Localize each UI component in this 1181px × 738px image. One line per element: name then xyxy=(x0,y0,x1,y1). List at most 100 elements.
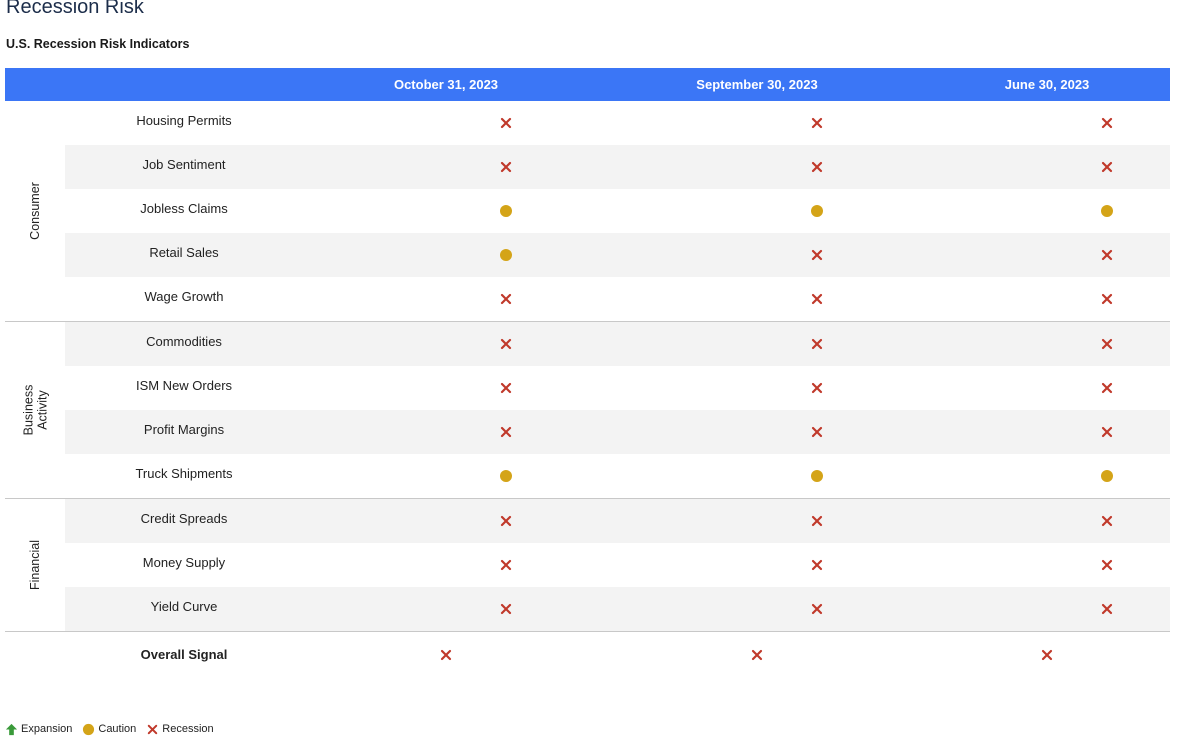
recession-x-icon xyxy=(811,515,823,527)
signal-recession xyxy=(1100,248,1114,262)
indicator-group: Business Activity Commodities ISM New Order… xyxy=(5,322,1170,499)
signal-caution xyxy=(499,204,513,218)
column-header-date: September 30, 2023 xyxy=(696,77,818,92)
table-subtitle: U.S. Recession Risk Indicators xyxy=(6,37,190,51)
recession-x-icon xyxy=(500,338,512,350)
caution-dot-icon xyxy=(500,249,512,261)
group-label: Business Activity xyxy=(20,384,49,436)
signal-recession xyxy=(1100,425,1114,439)
group-label: Financial xyxy=(28,539,42,591)
signal-recession xyxy=(499,425,513,439)
recession-x-icon xyxy=(811,338,823,350)
recession-x-icon xyxy=(500,426,512,438)
indicator-label: Truck Shipments xyxy=(135,466,233,481)
signal-recession xyxy=(810,248,824,262)
legend-item-expansion: Expansion xyxy=(5,723,72,736)
recession-x-icon xyxy=(1101,117,1113,129)
recession-x-icon xyxy=(148,724,158,734)
recession-x-icon xyxy=(1041,649,1053,661)
indicator-group: Consumer Housing Permits Job Sentiment Jobl… xyxy=(5,101,1170,322)
recession-x-icon xyxy=(1101,559,1113,571)
signal-recession xyxy=(1040,648,1054,662)
signal-recession xyxy=(499,337,513,351)
group-label-container: Consumer xyxy=(5,101,65,321)
table-row: ISM New Orders xyxy=(65,366,1170,410)
signal-caution xyxy=(499,469,513,483)
signal-recession xyxy=(810,381,824,395)
signal-caution xyxy=(810,204,824,218)
caution-dot-icon xyxy=(811,205,823,217)
group-label: Consumer xyxy=(27,182,42,240)
table-row: Jobless Claims xyxy=(65,189,1170,233)
expansion-up-arrow-icon xyxy=(5,723,18,735)
signal-recession xyxy=(810,514,824,528)
table-row: Commodities xyxy=(65,322,1170,366)
recession-x-icon xyxy=(811,426,823,438)
table-row: Yield Curve xyxy=(65,587,1170,631)
legend: Expansion Caution Recession xyxy=(5,721,224,737)
signal-recession xyxy=(1100,337,1114,351)
legend-label: Expansion xyxy=(21,723,73,735)
signal-recession xyxy=(499,292,513,306)
indicator-label: Job Sentiment xyxy=(142,157,226,172)
recession-x-icon xyxy=(500,603,512,615)
caution-dot-icon xyxy=(500,205,512,217)
recession-x-icon xyxy=(500,515,512,527)
recession-x-icon xyxy=(1101,382,1113,394)
signal-recession xyxy=(1100,558,1114,572)
signal-recession xyxy=(810,292,824,306)
indicator-label: Housing Permits xyxy=(136,113,232,128)
indicator-label: Profit Margins xyxy=(143,422,225,437)
indicator-label: Credit Spreads xyxy=(140,511,228,526)
signal-recession xyxy=(750,648,764,662)
indicator-groups: Consumer Housing Permits Job Sentiment Jobl… xyxy=(5,101,1170,632)
legend-label: Caution xyxy=(98,723,137,735)
recession-x-icon xyxy=(1101,249,1113,261)
recession-x-icon xyxy=(500,161,512,173)
page-title: Recession Risk xyxy=(6,0,144,18)
recession-x-icon xyxy=(751,649,763,661)
recession-x-icon xyxy=(811,249,823,261)
recession-x-icon xyxy=(500,293,512,305)
indicator-label: Retail Sales xyxy=(149,245,219,260)
caution-dot-icon xyxy=(1101,470,1113,482)
recession-x-icon xyxy=(500,382,512,394)
overall-signal-label: Overall Signal xyxy=(140,647,228,662)
overall-signal-row: Overall Signal xyxy=(5,632,1170,678)
legend-item-caution: Caution xyxy=(82,723,136,736)
recession-x-icon xyxy=(500,117,512,129)
caution-dot-icon xyxy=(500,470,512,482)
signal-recession xyxy=(1100,160,1114,174)
group-label-container: Business Activity xyxy=(5,322,65,498)
indicator-label: Commodities xyxy=(146,334,222,349)
recession-x-icon xyxy=(1101,338,1113,350)
column-header-date: June 30, 2023 xyxy=(1004,77,1090,92)
table-row: Housing Permits xyxy=(65,101,1170,145)
recession-x-icon xyxy=(811,293,823,305)
signal-recession xyxy=(1100,381,1114,395)
indicator-label: Yield Curve xyxy=(150,599,218,614)
signal-recession xyxy=(810,116,824,130)
recession-x-icon xyxy=(1101,515,1113,527)
signal-recession xyxy=(499,116,513,130)
signal-recession xyxy=(810,425,824,439)
signal-recession xyxy=(499,381,513,395)
recession-x-icon xyxy=(811,382,823,394)
indicator-group: Financial Credit Spreads Money Supply Yield… xyxy=(5,499,1170,632)
group-label-container: Financial xyxy=(5,499,65,631)
legend-label: Recession xyxy=(162,723,214,735)
signal-recession xyxy=(810,337,824,351)
caution-dot-icon xyxy=(83,723,95,735)
column-header-date: October 31, 2023 xyxy=(393,77,499,92)
table-row: Truck Shipments xyxy=(65,454,1170,498)
signal-recession xyxy=(1100,514,1114,528)
signal-recession xyxy=(810,558,824,572)
recession-x-icon xyxy=(1101,161,1113,173)
signal-caution xyxy=(810,469,824,483)
indicator-label: ISM New Orders xyxy=(135,378,233,393)
recession-risk-table: October 31, 2023 September 30, 2023 June 3… xyxy=(5,68,1170,678)
signal-recession xyxy=(499,602,513,616)
signal-recession xyxy=(439,648,453,662)
recession-x-icon xyxy=(811,603,823,615)
caution-dot-icon xyxy=(811,470,823,482)
